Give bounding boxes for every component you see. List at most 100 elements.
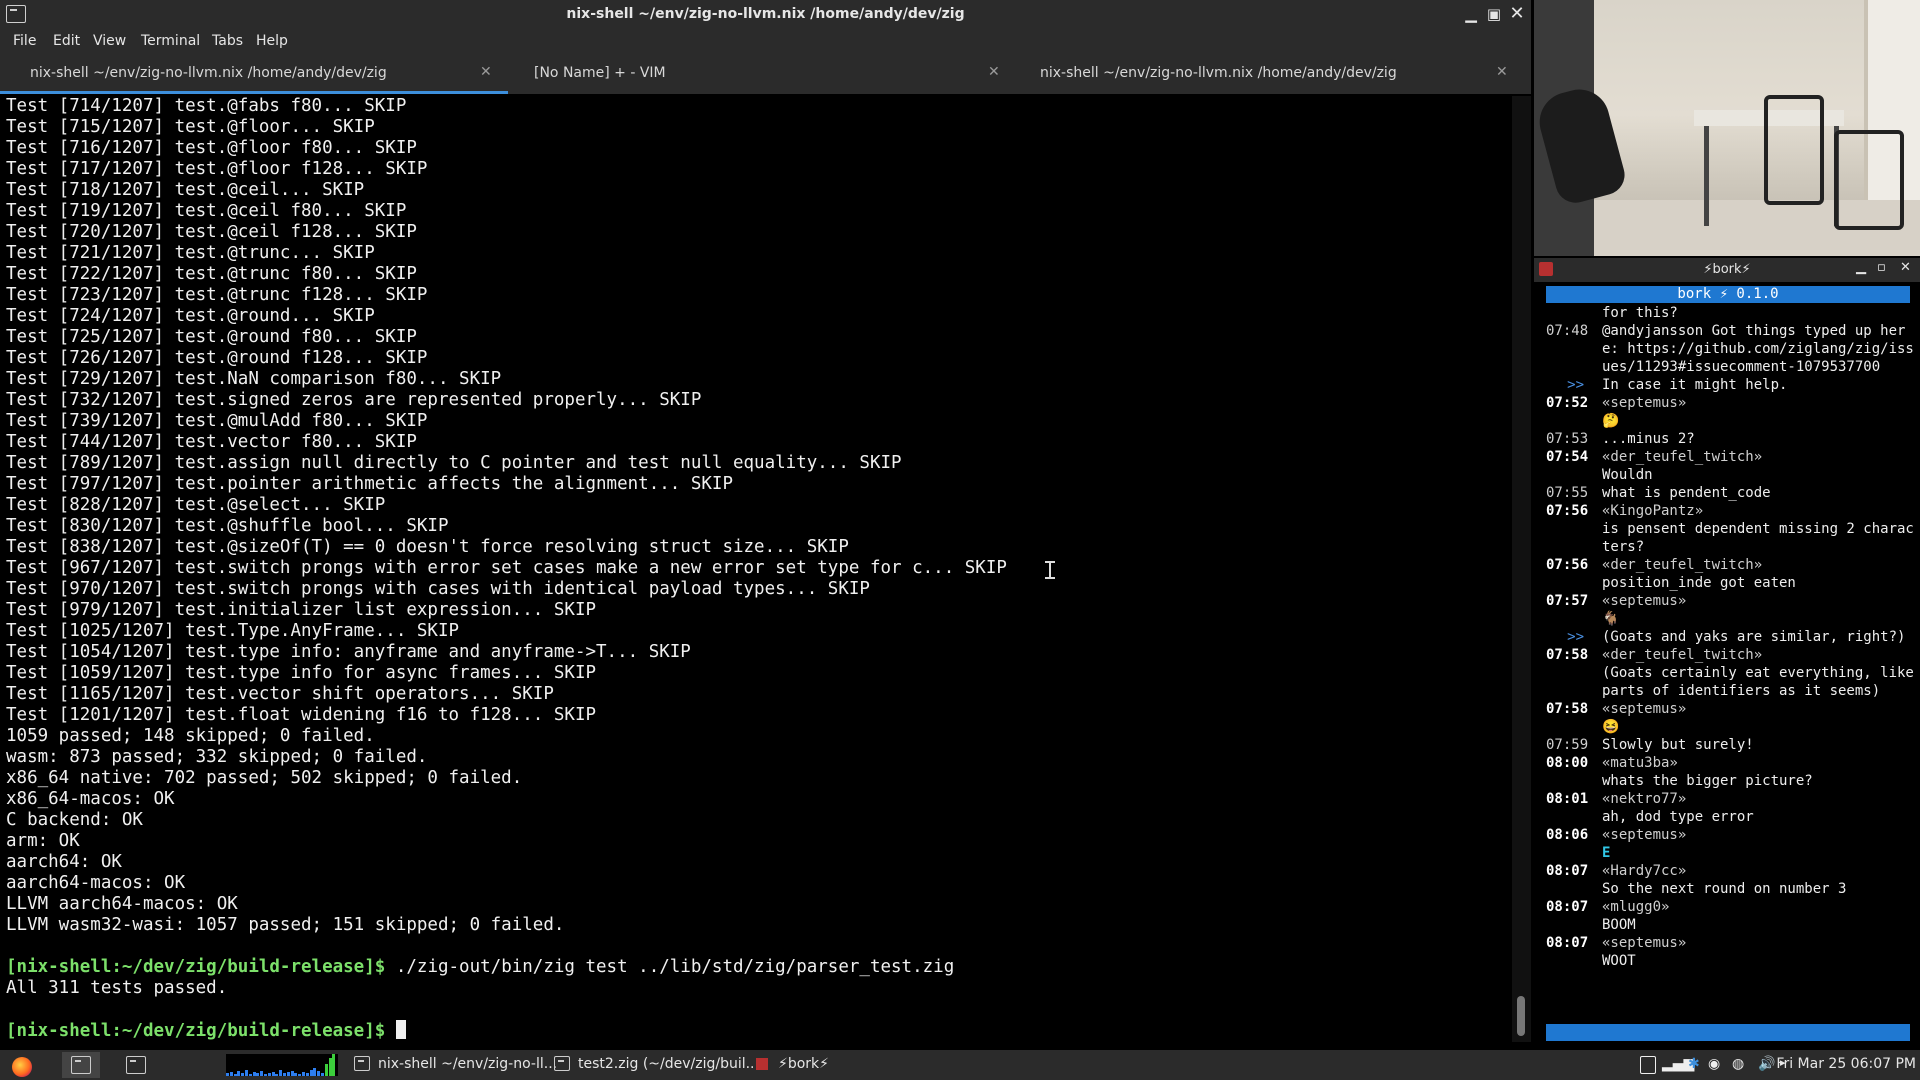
terminal-icon [126, 1056, 146, 1074]
chat-message: BOOM [1546, 916, 1916, 934]
clock[interactable]: Fri Mar 25 06:07 PM [1776, 1056, 1916, 1072]
volume-icon[interactable]: 🔊 [1758, 1056, 1775, 1074]
chat-message: 08:06 «septemus» [1546, 826, 1916, 844]
menu-file[interactable]: File [13, 33, 36, 49]
chat-message: >> (Goats and yaks are similar, right?) [1546, 628, 1916, 646]
terminal-cursor[interactable] [395, 1020, 406, 1039]
terminal-line: arm: OK [6, 831, 80, 851]
menu-edit[interactable]: Edit [53, 33, 80, 49]
message-author: «septemus» [1602, 827, 1687, 843]
minimize-icon[interactable]: ▁ [1856, 260, 1866, 275]
clipboard-icon[interactable] [1640, 1056, 1656, 1074]
terminal-launcher[interactable] [62, 1052, 100, 1078]
scrollbar-thumb[interactable] [1517, 996, 1525, 1036]
shell-prompt: [nix-shell:~/dev/zig/build-release]$ [6, 957, 386, 977]
message-text: ah, dod type error [1602, 809, 1754, 825]
terminal-line: aarch64: OK [6, 852, 122, 872]
terminal-line: Test [828/1207] test.@select... SKIP [6, 495, 386, 515]
discord-icon[interactable]: ◍ [1732, 1056, 1744, 1074]
terminal-line: wasm: 873 passed; 332 skipped; 0 failed. [6, 747, 428, 767]
message-author: «nektro77» [1602, 791, 1687, 807]
chat-message: WOOT [1546, 952, 1916, 970]
task-label: test2.zig (~/dev/zig/buil... [578, 1056, 759, 1072]
menu-tabs[interactable]: Tabs [212, 33, 243, 49]
terminal-launcher-2[interactable] [116, 1052, 156, 1078]
tab-nix-shell-1[interactable]: nix-shell ~/env/zig-no-llvm.nix /home/an… [0, 54, 508, 94]
message-text: position_inde got eaten [1602, 575, 1796, 591]
chat-message: 08:07 «Hardy7cc» [1546, 862, 1916, 880]
firefox-launcher[interactable] [0, 1052, 42, 1078]
message-time: 07:52 [1546, 395, 1589, 411]
message-time: 07:56 [1546, 557, 1589, 573]
minimize-icon[interactable]: ▁ [1461, 4, 1481, 24]
window-title: nix-shell ~/env/zig-no-llvm.nix /home/an… [566, 6, 965, 22]
terminal-line: Test [970/1207] test.switch prongs with … [6, 579, 870, 599]
task-test2[interactable]: test2.zig (~/dev/zig/buil... [552, 1052, 759, 1078]
message-author: «matu3ba» [1602, 755, 1678, 771]
chat-message: E [1546, 844, 1916, 862]
menu-terminal[interactable]: Terminal [141, 33, 200, 49]
chat-message: 07:54 «der_teufel_twitch» [1546, 448, 1916, 466]
message-time: 08:07 [1546, 863, 1589, 879]
terminal-line: Test [797/1207] test.pointer arithmetic … [6, 474, 733, 494]
message-text: So the next round on number 3 [1602, 881, 1847, 897]
maximize-icon[interactable]: ▣ [1484, 4, 1504, 24]
message-text: (Goats and yaks are similar, right?) [1602, 629, 1906, 645]
chat-messages[interactable]: for this? 07:48 @andyjansson Got things ty… [1546, 304, 1916, 1024]
message-text: BOOM [1602, 917, 1636, 933]
terminal-line: Test [716/1207] test.@floor f80... SKIP [6, 138, 417, 158]
message-author: «der_teufel_twitch» [1602, 449, 1763, 465]
tab-close-icon[interactable]: ✕ [1496, 64, 1508, 80]
close-icon[interactable]: ✕ [1900, 260, 1911, 275]
shell-prompt: [nix-shell:~/dev/zig/build-release]$ [6, 1021, 386, 1041]
task-nix-shell[interactable]: nix-shell ~/env/zig-no-ll... [352, 1052, 557, 1078]
terminal-line: Test [720/1207] test.@ceil f128... SKIP [6, 222, 417, 242]
bork-titlebar[interactable]: ⚡bork⚡ ▁ ▫ ✕ [1534, 258, 1920, 282]
message-time: 08:06 [1546, 827, 1589, 843]
task-label: ⚡bork⚡ [778, 1056, 829, 1072]
message-author: «septemus» [1602, 395, 1687, 411]
webcam-feed [1534, 0, 1920, 256]
tab-nix-shell-2[interactable]: nix-shell ~/env/zig-no-llvm.nix /home/an… [1016, 54, 1524, 94]
terminal-line: Test [717/1207] test.@floor f128... SKIP [6, 159, 428, 179]
message-time: 07:53 [1546, 431, 1589, 447]
terminal-output[interactable]: Test [714/1207] test.@fabs f80... SKIP Te… [6, 96, 1518, 1042]
chat-message: position_inde got eaten [1546, 574, 1916, 592]
terminal-scrollbar[interactable] [1512, 96, 1531, 1042]
message-text: ...minus 2? [1602, 431, 1695, 447]
message-text: for this? [1602, 305, 1678, 321]
terminal-titlebar[interactable]: nix-shell ~/env/zig-no-llvm.nix /home/an… [0, 0, 1531, 30]
close-icon[interactable]: ✕ [1507, 4, 1527, 24]
task-bork[interactable]: ⚡bork⚡ [752, 1052, 872, 1078]
tab-close-icon[interactable]: ✕ [988, 64, 1000, 80]
terminal-line: Test [979/1207] test.initializer list ex… [6, 600, 597, 620]
chat-message: 😆 [1546, 718, 1916, 736]
message-text: is pensent dependent missing 2 character… [1602, 521, 1914, 555]
terminal-line: Test [789/1207] test.assign null directl… [6, 453, 902, 473]
chat-message: 07:52 «septemus» [1546, 394, 1916, 412]
chat-message: ah, dod type error [1546, 808, 1916, 826]
terminal-line: Test [1201/1207] test.float widening f16… [6, 705, 597, 725]
terminal-line: C backend: OK [6, 810, 143, 830]
menu-help[interactable]: Help [256, 33, 288, 49]
chat-message: 07:58 «der_teufel_twitch» [1546, 646, 1916, 664]
message-time: 07:57 [1546, 593, 1589, 609]
menu-view[interactable]: View [93, 33, 126, 49]
terminal-line: Test [739/1207] test.@mulAdd f80... SKIP [6, 411, 428, 431]
message-text: what is pendent_code [1602, 485, 1771, 501]
chat-input-bar[interactable] [1546, 1024, 1910, 1041]
bluetooth-icon[interactable]: ✱ [1688, 1056, 1700, 1074]
tab-close-icon[interactable]: ✕ [480, 64, 492, 80]
message-time: 07:55 [1546, 485, 1589, 501]
tab-vim[interactable]: [No Name] + - VIM ✕ [508, 54, 1016, 94]
terminal-line: Test [729/1207] test.NaN comparison f80.… [6, 369, 502, 389]
terminal-line: All 311 tests passed. [6, 978, 228, 998]
steam-icon[interactable]: ◉ [1708, 1056, 1720, 1074]
message-author: «Hardy7cc» [1602, 863, 1687, 879]
maximize-icon[interactable]: ▫ [1877, 260, 1886, 275]
message-time: >> [1567, 629, 1584, 645]
taskbar: nix-shell ~/env/zig-no-ll... test2.zig (… [0, 1050, 1920, 1080]
terminal-line: aarch64-macos: OK [6, 873, 186, 893]
terminal-line: Test [715/1207] test.@floor... SKIP [6, 117, 375, 137]
